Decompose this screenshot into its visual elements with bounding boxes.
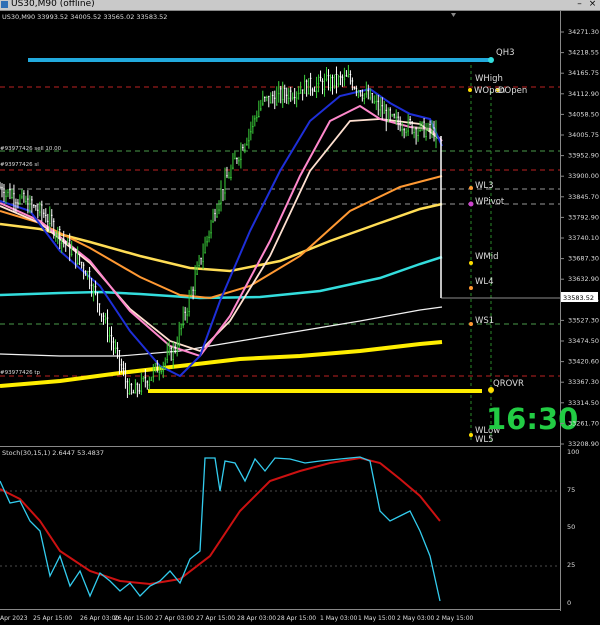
stoch-tick: 75: [567, 486, 575, 494]
price-tick: 33314.50: [568, 399, 599, 407]
level-label-ws1: WS1: [475, 316, 494, 326]
price-tick: 33632.90: [568, 275, 599, 283]
price-tick: 33208.90: [568, 440, 599, 448]
stoch-panel: [0, 447, 560, 609]
price-tick: 34218.55: [568, 49, 599, 57]
level-label-wl5: WL5: [475, 435, 494, 445]
price-tick: 34271.30: [568, 28, 599, 36]
level-label-wmid: WMid: [475, 252, 499, 262]
time-tick: Apr 2023: [0, 615, 28, 622]
price-tick: 33845.70: [568, 193, 599, 201]
chart-area[interactable]: QH3 WHigh WOpen DOpen WL3 WPivot WMid WL…: [0, 11, 600, 625]
price-tick: 33261.70: [568, 419, 599, 427]
qh3-dot: [488, 57, 494, 63]
time-tick: 26 Apr 15:00: [114, 615, 153, 622]
price-tick: 33474.50: [568, 337, 599, 345]
level-label-wl4: WL4: [475, 277, 494, 287]
time-tick: 1 May 03:00: [320, 615, 358, 622]
time-tick: 2 May 03:00: [397, 615, 435, 622]
level-label-dopen: DOpen: [498, 86, 527, 96]
window-title: US30,M90 (offline): [11, 0, 95, 9]
time-tick: 27 Apr 03:00: [155, 615, 194, 622]
price-axis: 34271.30 34218.55 34165.75 34112.90 34058.50…: [560, 28, 599, 448]
trade-label-sell: #93977426 sell 10.00: [0, 146, 62, 152]
time-tick: 25 Apr 15:00: [33, 615, 72, 622]
window-titlebar: US30,M90 (offline) – ×: [0, 0, 600, 11]
stoch-tick: 0: [567, 599, 571, 607]
price-tick: 33900.00: [568, 172, 599, 180]
price-tick: 33952.90: [568, 152, 599, 160]
price-tick: 33792.90: [568, 213, 599, 221]
price-tick: 33367.30: [568, 378, 599, 386]
time-tick: 28 Apr 03:00: [237, 615, 276, 622]
stoch-axis: 100 75 50 25 0: [567, 448, 579, 607]
price-tick: 34058.50: [568, 110, 599, 118]
price-tick: 33740.10: [568, 234, 599, 242]
time-axis: Apr 2023 25 Apr 15:00 26 Apr 03:0026 Apr 1…: [0, 615, 474, 622]
time-tick: 28 Apr 15:00: [277, 615, 316, 622]
stoch-tick: 100: [567, 448, 579, 456]
price-tick: 34005.75: [568, 131, 599, 139]
level-label-wl3: WL3: [475, 181, 494, 191]
price-tick: 33527.30: [568, 316, 599, 324]
trade-label-sl: #93977426 sl: [0, 162, 39, 168]
time-tick: 2 May 15:00: [436, 615, 474, 622]
stoch-tick: 25: [567, 561, 575, 569]
trade-label-tp: #93977426 tp: [0, 370, 41, 376]
price-tick: 33420.60: [568, 358, 599, 366]
stoch-header: Stoch(30,15,1) 2.6447 53.4837: [2, 449, 104, 457]
chart-window-icon: [1, 1, 8, 8]
close-button[interactable]: ×: [587, 0, 598, 9]
level-label-whigh: WHigh: [475, 74, 503, 84]
level-label-qrovr: QROVR: [493, 379, 524, 389]
time-tick: 27 Apr 15:00: [196, 615, 235, 622]
level-label-wpivot: WPivot: [475, 197, 505, 207]
level-label-qh3: QH3: [496, 48, 515, 58]
stoch-tick: 50: [567, 523, 575, 531]
session-clock: 16:30: [486, 402, 578, 436]
chart-ohlc-header: US30,M90 33993.52 34005.52 33565.02 3358…: [2, 13, 167, 21]
time-tick: 1 May 15:00: [358, 615, 396, 622]
price-tick: 34112.90: [568, 90, 599, 98]
current-price-label: 33583.52: [563, 294, 594, 302]
price-tick: 33687.30: [568, 255, 599, 263]
price-tick: 34165.75: [568, 69, 599, 77]
minimize-button[interactable]: –: [574, 0, 585, 9]
